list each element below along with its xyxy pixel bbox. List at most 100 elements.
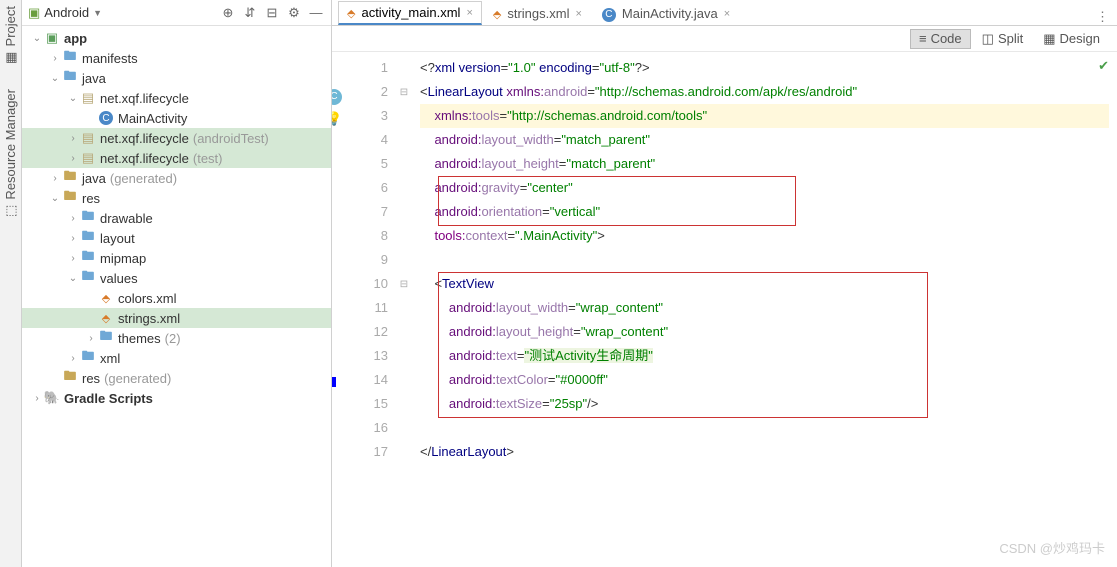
project-view-selector[interactable]: Android ▼ (44, 5, 102, 20)
folder-blue-icon: 🖿 (80, 270, 96, 286)
tab-label: strings.xml (507, 6, 569, 21)
tree-arrow-icon[interactable]: › (66, 353, 80, 364)
editor-tabs: ⬘activity_main.xml×⬘strings.xml×CMainAct… (332, 0, 1117, 26)
tree-arrow-icon[interactable]: ⌄ (66, 93, 80, 104)
code-line[interactable]: android:layout_width="wrap_content" (420, 296, 1109, 320)
split-view-button[interactable]: ◫ Split (973, 29, 1033, 49)
tree-arrow-icon[interactable]: ⌄ (48, 193, 62, 204)
tree-row[interactable]: ›🖿mipmap (22, 248, 331, 268)
tree-row[interactable]: ⬘colors.xml (22, 288, 331, 308)
code-line[interactable]: android:textColor="#0000ff" (420, 368, 1109, 392)
folder-blue-icon: 🖿 (80, 250, 96, 266)
tree-row[interactable]: ›🐘Gradle Scripts (22, 388, 331, 408)
tree-row[interactable]: ⌄🖿res (22, 188, 331, 208)
tree-row[interactable]: ⌄🖿values (22, 268, 331, 288)
tree-row[interactable]: ›🖿layout (22, 228, 331, 248)
code-line[interactable]: <LinearLayout xmlns:android="http://sche… (420, 80, 1109, 104)
code-line[interactable]: android:gravity="center" (420, 176, 1109, 200)
tree-row[interactable]: ›🖿java(generated) (22, 168, 331, 188)
chevron-down-icon: ▼ (93, 8, 102, 18)
fold-marker (396, 104, 412, 128)
code-content[interactable]: <?xml version="1.0" encoding="utf-8"?><L… (412, 52, 1117, 567)
tree-row[interactable]: ›▤net.xqf.lifecycle(test) (22, 148, 331, 168)
tree-extra: (test) (193, 151, 223, 166)
code-line[interactable]: </LinearLayout> (420, 440, 1109, 464)
line-number: 4 (332, 128, 388, 152)
collapse-icon[interactable]: ⊟ (263, 4, 281, 22)
module-icon: ▣ (44, 30, 60, 46)
tree-arrow-icon[interactable]: ⌄ (66, 273, 80, 284)
package-icon: ▤ (80, 130, 96, 146)
resource-manager-tool-button[interactable]: ⬚ Resource Manager (3, 89, 18, 219)
code-line[interactable] (420, 248, 1109, 272)
project-tree[interactable]: ⌄▣app›🖿manifests⌄🖿java⌄▤net.xqf.lifecycl… (22, 26, 331, 567)
fold-marker (396, 224, 412, 248)
close-icon[interactable]: × (575, 8, 581, 20)
tree-label: net.xqf.lifecycle (100, 131, 189, 146)
tree-arrow-icon[interactable]: › (66, 213, 80, 224)
editor-tab[interactable]: ⬘activity_main.xml× (338, 1, 482, 25)
gradle-icon: 🐘 (44, 390, 60, 406)
code-line[interactable]: android:text="测试Activity生命周期" (420, 344, 1109, 368)
folder-blue-icon: 🖿 (80, 350, 96, 366)
code-line[interactable]: tools:context=".MainActivity"> (420, 224, 1109, 248)
tree-row[interactable]: ›🖿themes(2) (22, 328, 331, 348)
editor-tab[interactable]: ⬘strings.xml× (484, 1, 591, 25)
line-number: 9 (332, 248, 388, 272)
tree-arrow-icon[interactable]: › (66, 153, 80, 164)
code-line[interactable]: <?xml version="1.0" encoding="utf-8"?> (420, 56, 1109, 80)
tree-row[interactable]: ›🖿xml (22, 348, 331, 368)
code-line[interactable]: <TextView (420, 272, 1109, 296)
tree-arrow-icon[interactable]: › (30, 393, 44, 404)
code-line[interactable]: android:textSize="25sp"/> (420, 392, 1109, 416)
line-number: 2C (332, 80, 388, 104)
code-editor[interactable]: ✔ 12C3💡4567891011121314151617 ⊟⊟ <?xml v… (332, 52, 1117, 567)
tree-row[interactable]: 🖿res(generated) (22, 368, 331, 388)
code-line[interactable] (420, 416, 1109, 440)
tree-row[interactable]: ⌄▤net.xqf.lifecycle (22, 88, 331, 108)
tree-row[interactable]: ›🖿drawable (22, 208, 331, 228)
editor-area: ⬘activity_main.xml×⬘strings.xml×CMainAct… (332, 0, 1117, 567)
fold-marker (396, 152, 412, 176)
project-tool-button[interactable]: ▦ Project (3, 6, 18, 65)
tree-row[interactable]: ⌄🖿java (22, 68, 331, 88)
folder-res-icon: 🖿 (62, 190, 78, 206)
code-line[interactable]: xmlns:tools="http://schemas.android.com/… (420, 104, 1109, 128)
line-number: 8 (332, 224, 388, 248)
split-icon: ◫ (982, 31, 994, 47)
tree-arrow-icon[interactable]: ⌄ (48, 73, 62, 84)
close-icon[interactable]: × (466, 7, 472, 19)
tree-arrow-icon[interactable]: › (48, 53, 62, 64)
tree-row[interactable]: CMainActivity (22, 108, 331, 128)
expand-icon[interactable]: ⇵ (241, 4, 259, 22)
fold-marker[interactable]: ⊟ (396, 272, 412, 296)
line-number: 5 (332, 152, 388, 176)
code-line[interactable]: android:layout_height="match_parent" (420, 152, 1109, 176)
fold-marker[interactable]: ⊟ (396, 80, 412, 104)
tree-extra: (2) (165, 331, 181, 346)
code-line[interactable]: android:layout_width="match_parent" (420, 128, 1109, 152)
code-line[interactable]: android:layout_height="wrap_content" (420, 320, 1109, 344)
tree-row[interactable]: ›▤net.xqf.lifecycle(androidTest) (22, 128, 331, 148)
tree-arrow-icon[interactable]: › (48, 173, 62, 184)
hide-icon[interactable]: — (307, 4, 325, 22)
tree-arrow-icon[interactable]: ⌄ (30, 33, 44, 44)
tabs-menu-icon[interactable]: ⋮ (1088, 9, 1117, 25)
tree-row[interactable]: ›🖿manifests (22, 48, 331, 68)
design-view-button[interactable]: ▦ Design (1034, 29, 1109, 49)
tree-arrow-icon[interactable]: › (66, 233, 80, 244)
tree-arrow-icon[interactable]: › (66, 253, 80, 264)
tree-row[interactable]: ⌄▣app (22, 28, 331, 48)
code-view-button[interactable]: ≡ Code (910, 29, 971, 49)
fold-marker (396, 368, 412, 392)
fold-marker (396, 416, 412, 440)
locate-icon[interactable]: ⊕ (219, 4, 237, 22)
code-line[interactable]: android:orientation="vertical" (420, 200, 1109, 224)
xml-icon: ⬘ (98, 290, 114, 306)
editor-tab[interactable]: CMainActivity.java× (593, 1, 739, 25)
tree-row[interactable]: ⬘strings.xml (22, 308, 331, 328)
tree-arrow-icon[interactable]: › (66, 133, 80, 144)
gear-icon[interactable]: ⚙ (285, 4, 303, 22)
close-icon[interactable]: × (724, 8, 730, 20)
tree-arrow-icon[interactable]: › (84, 333, 98, 344)
